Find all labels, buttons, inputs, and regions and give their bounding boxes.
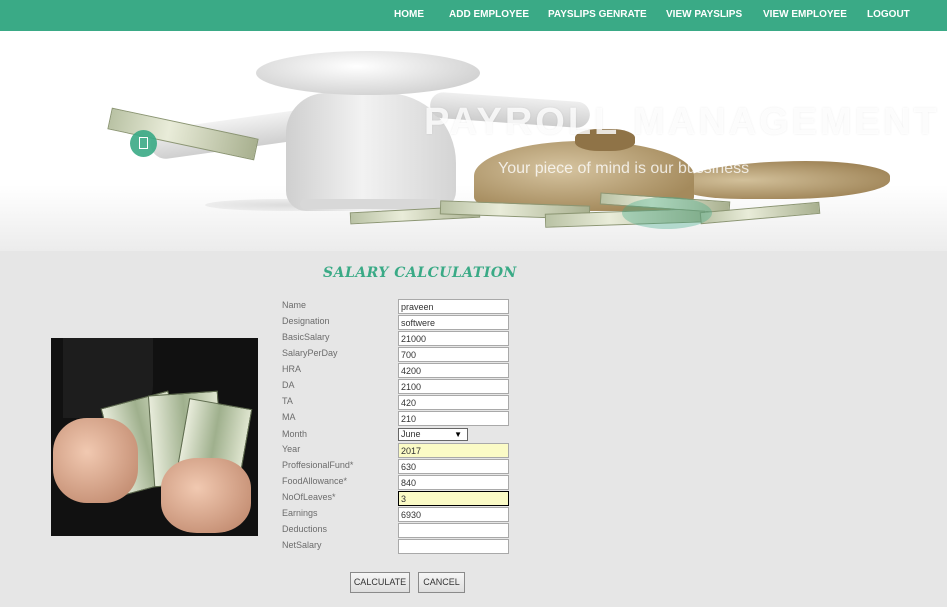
month-row: Month June ▼ <box>282 428 522 443</box>
designation-row: Designation <box>282 315 522 330</box>
earnings-input[interactable] <box>398 507 509 522</box>
earnings-row: Earnings <box>282 507 522 522</box>
slider-indicator <box>622 197 712 229</box>
hra-label: HRA <box>282 364 302 374</box>
no-of-leaves-row: NoOfLeaves* <box>282 491 522 506</box>
hero-subtitle: Your piece of mind is our bussiness <box>498 160 750 177</box>
proffesional-fund-row: ProffesionalFund* <box>282 459 522 474</box>
nav-add-employee-link[interactable]: ADD EMPLOYEE <box>449 9 529 20</box>
hra-row: HRA <box>282 363 522 378</box>
ma-row: MA <box>282 411 522 426</box>
salary-per-day-input[interactable] <box>398 347 509 362</box>
hra-input[interactable] <box>398 363 509 378</box>
designation-input[interactable] <box>398 315 509 330</box>
deductions-input[interactable] <box>398 523 509 538</box>
deductions-row: Deductions <box>282 523 522 538</box>
nav-logout-link[interactable]: LOGOUT <box>867 9 910 20</box>
ma-input[interactable] <box>398 411 509 426</box>
basic-salary-input[interactable] <box>398 331 509 346</box>
year-label: Year <box>282 444 301 454</box>
caret-down-icon: ▼ <box>454 430 462 439</box>
da-input[interactable] <box>398 379 509 394</box>
name-input[interactable] <box>398 299 509 314</box>
food-allowance-input[interactable] <box>398 475 509 490</box>
slider-control-button[interactable] <box>130 130 157 157</box>
basic-salary-row: BasicSalary <box>282 331 522 346</box>
month-selected-value: June <box>401 429 421 439</box>
nav-payslips-generate-link[interactable]: PAYSLIPS GENRATE <box>548 9 647 20</box>
designation-label: Designation <box>282 316 330 326</box>
form-title: SALARY CALCULATION <box>323 265 517 281</box>
net-salary-row: NetSalary <box>282 539 522 554</box>
year-row: Year <box>282 443 522 458</box>
month-label: Month <box>282 429 308 439</box>
ta-row: TA <box>282 395 522 410</box>
net-salary-input[interactable] <box>398 539 509 554</box>
salary-per-day-row: SalaryPerDay <box>282 347 522 362</box>
da-row: DA <box>282 379 522 394</box>
money-hands-photo <box>51 338 258 536</box>
proffesional-fund-input[interactable] <box>398 459 509 474</box>
nav-home-link[interactable]: HOME <box>394 9 424 20</box>
net-salary-label: NetSalary <box>282 540 322 550</box>
ta-label: TA <box>282 396 293 406</box>
da-label: DA <box>282 380 295 390</box>
square-outline-icon <box>139 137 148 149</box>
nav-view-payslips-link[interactable]: VIEW PAYSLIPS <box>666 9 742 20</box>
ma-label: MA <box>282 412 296 422</box>
salary-per-day-label: SalaryPerDay <box>282 348 338 358</box>
proffesional-fund-label: ProffesionalFund* <box>282 460 354 470</box>
name-label: Name <box>282 300 307 310</box>
food-allowance-row: FoodAllowance* <box>282 475 522 490</box>
month-select[interactable]: June ▼ <box>398 428 468 441</box>
earnings-label: Earnings <box>282 508 318 518</box>
no-of-leaves-input[interactable] <box>398 491 509 506</box>
top-navbar: HOME ADD EMPLOYEE PAYSLIPS GENRATE VIEW … <box>0 0 947 31</box>
year-input[interactable] <box>398 443 509 458</box>
food-allowance-label: FoodAllowance* <box>282 476 348 486</box>
cancel-button[interactable]: CANCEL <box>418 572 465 593</box>
nav-view-employee-link[interactable]: VIEW EMPLOYEE <box>763 9 847 20</box>
ta-input[interactable] <box>398 395 509 410</box>
deductions-label: Deductions <box>282 524 328 534</box>
no-of-leaves-label: NoOfLeaves* <box>282 492 336 502</box>
hero-title: PAYROLL MANAGEMENT <box>424 101 940 143</box>
basic-salary-label: BasicSalary <box>282 332 330 342</box>
calculate-button[interactable]: CALCULATE <box>350 572 410 593</box>
hero-banner: PAYROLL MANAGEMENT Your piece of mind is… <box>0 31 947 251</box>
name-row: Name <box>282 299 522 314</box>
